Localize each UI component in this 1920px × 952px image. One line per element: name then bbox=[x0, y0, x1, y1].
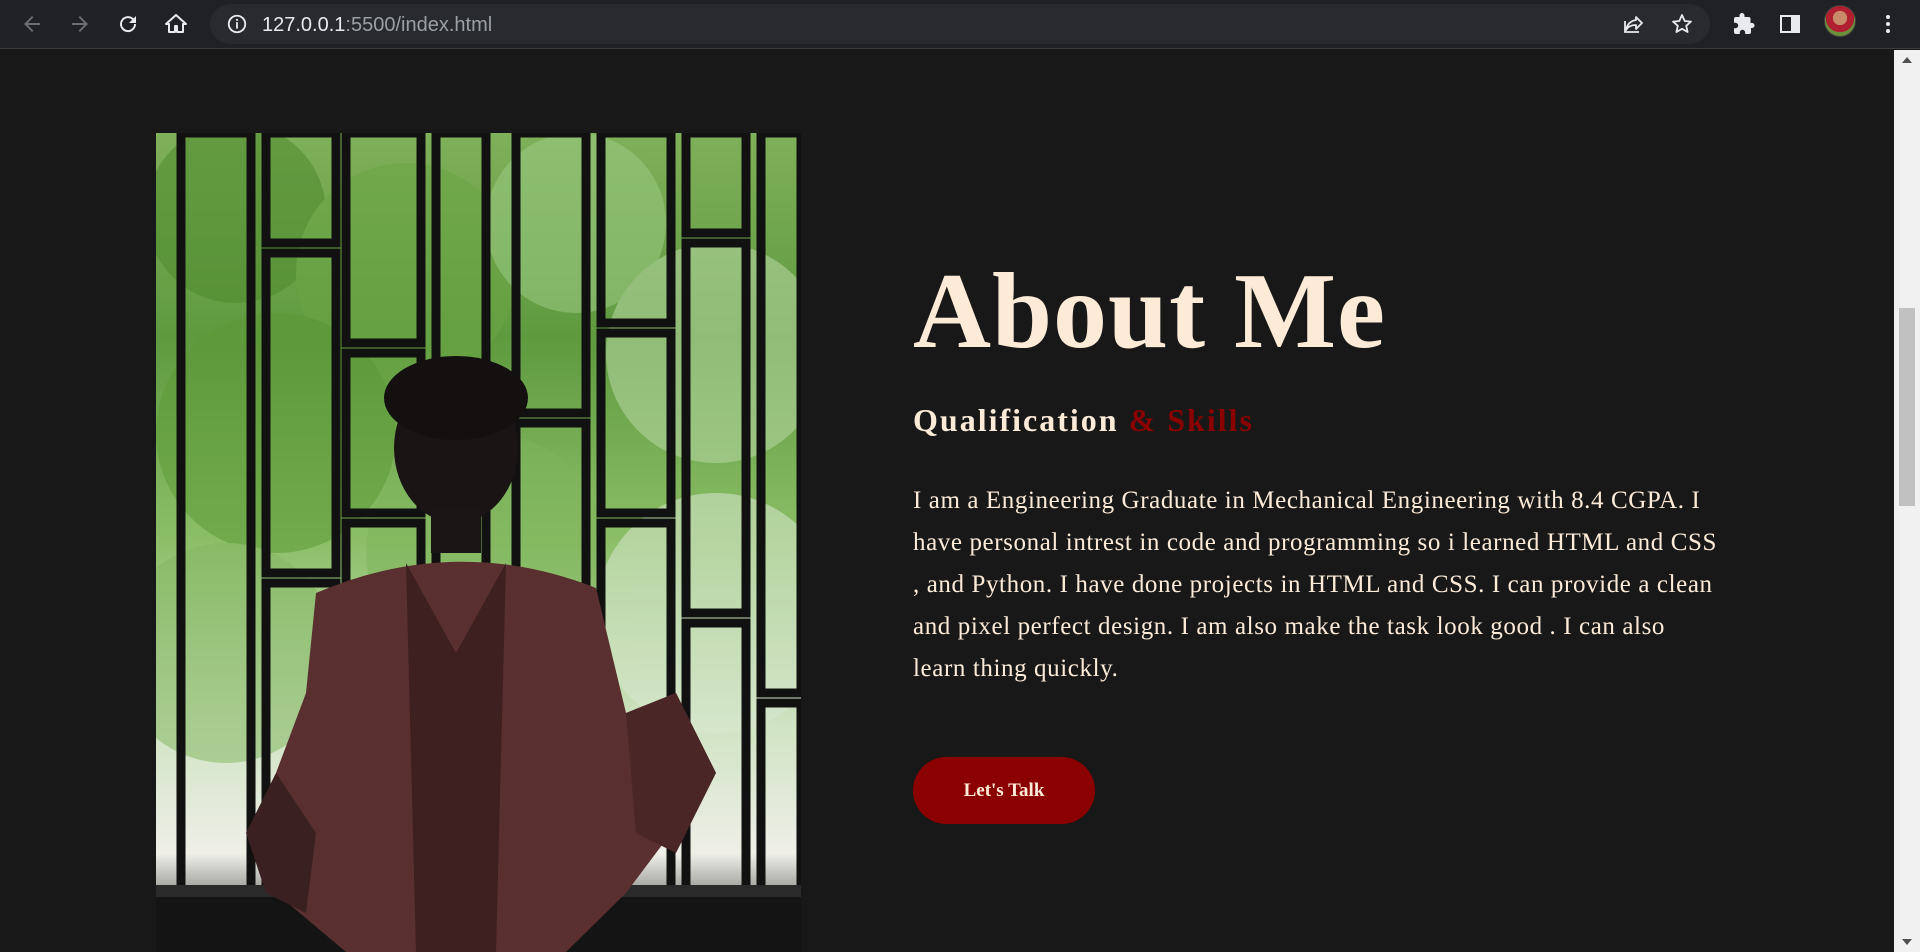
menu-button[interactable] bbox=[1872, 8, 1904, 40]
lets-talk-button[interactable]: Let's Talk bbox=[913, 757, 1095, 824]
scrollbar-thumb[interactable] bbox=[1899, 308, 1915, 506]
subtitle-skills: & Skills bbox=[1128, 402, 1254, 438]
home-icon bbox=[165, 14, 187, 33]
window-grille-illustration bbox=[156, 133, 801, 952]
url-text[interactable]: 127.0.0.1:5500/index.html bbox=[262, 14, 492, 37]
star-icon[interactable] bbox=[1670, 12, 1694, 36]
scroll-up-arrow[interactable] bbox=[1894, 50, 1920, 70]
url-path: :5500/index.html bbox=[345, 14, 493, 36]
about-paragraph: I am a Engineering Graduate in Mechanica… bbox=[913, 487, 1718, 682]
address-bar[interactable]: 127.0.0.1:5500/index.html bbox=[210, 4, 1710, 44]
home-button[interactable] bbox=[158, 6, 194, 42]
page-viewport: About Me Qualification & Skills I am a E… bbox=[0, 50, 1894, 952]
info-icon[interactable] bbox=[226, 13, 248, 35]
about-subtitle: Qualification & Skills bbox=[913, 402, 1254, 439]
about-title: About Me bbox=[913, 252, 1386, 371]
forward-icon bbox=[72, 16, 88, 32]
extensions-button[interactable] bbox=[1728, 8, 1760, 40]
side-panel-icon bbox=[1780, 15, 1800, 33]
reload-button[interactable] bbox=[110, 6, 146, 42]
side-panel-button[interactable] bbox=[1774, 8, 1806, 40]
caret-down-icon bbox=[1902, 939, 1912, 945]
share-icon[interactable] bbox=[1622, 12, 1646, 36]
scroll-down-arrow[interactable] bbox=[1894, 932, 1920, 952]
profile-avatar[interactable] bbox=[1824, 5, 1856, 37]
vertical-scrollbar[interactable] bbox=[1894, 50, 1920, 952]
subtitle-qualification: Qualification bbox=[913, 402, 1119, 438]
url-host: 127.0.0.1 bbox=[262, 14, 346, 36]
back-icon bbox=[24, 16, 40, 32]
extensions-icon bbox=[1734, 13, 1755, 34]
forward-button[interactable] bbox=[62, 6, 98, 42]
browser-toolbar: 127.0.0.1:5500/index.html bbox=[0, 0, 1920, 49]
back-button[interactable] bbox=[14, 6, 50, 42]
reload-icon bbox=[120, 16, 137, 33]
menu-icon bbox=[1886, 15, 1890, 33]
caret-up-icon bbox=[1902, 57, 1912, 63]
profile-photo bbox=[156, 133, 801, 952]
